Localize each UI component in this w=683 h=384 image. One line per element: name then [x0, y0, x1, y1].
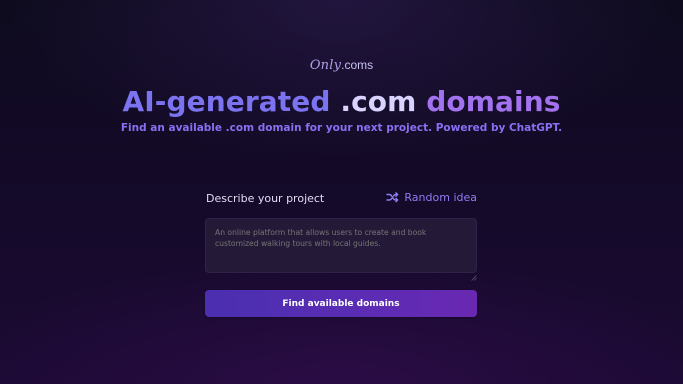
- random-idea-button[interactable]: Random idea: [386, 191, 477, 204]
- site-logo[interactable]: Only.coms: [0, 58, 683, 73]
- title-part-com: .com: [340, 85, 417, 118]
- page-subtitle: Find an available .com domain for your n…: [120, 122, 563, 134]
- page-title: AI-generated .com domains: [0, 84, 683, 120]
- title-part-ai-generated: AI-generated: [122, 85, 331, 118]
- logo-script-text: Only: [309, 58, 342, 73]
- title-part-domains: domains: [426, 85, 561, 118]
- description-label: Describe your project: [206, 192, 325, 205]
- find-domains-button[interactable]: Find available domains: [205, 290, 477, 317]
- logo-suffix-text: .coms: [341, 58, 374, 72]
- shuffle-icon: [386, 192, 399, 203]
- random-idea-label: Random idea: [404, 191, 477, 204]
- textarea-resize-handle[interactable]: [471, 266, 477, 281]
- project-description-input[interactable]: [205, 218, 477, 273]
